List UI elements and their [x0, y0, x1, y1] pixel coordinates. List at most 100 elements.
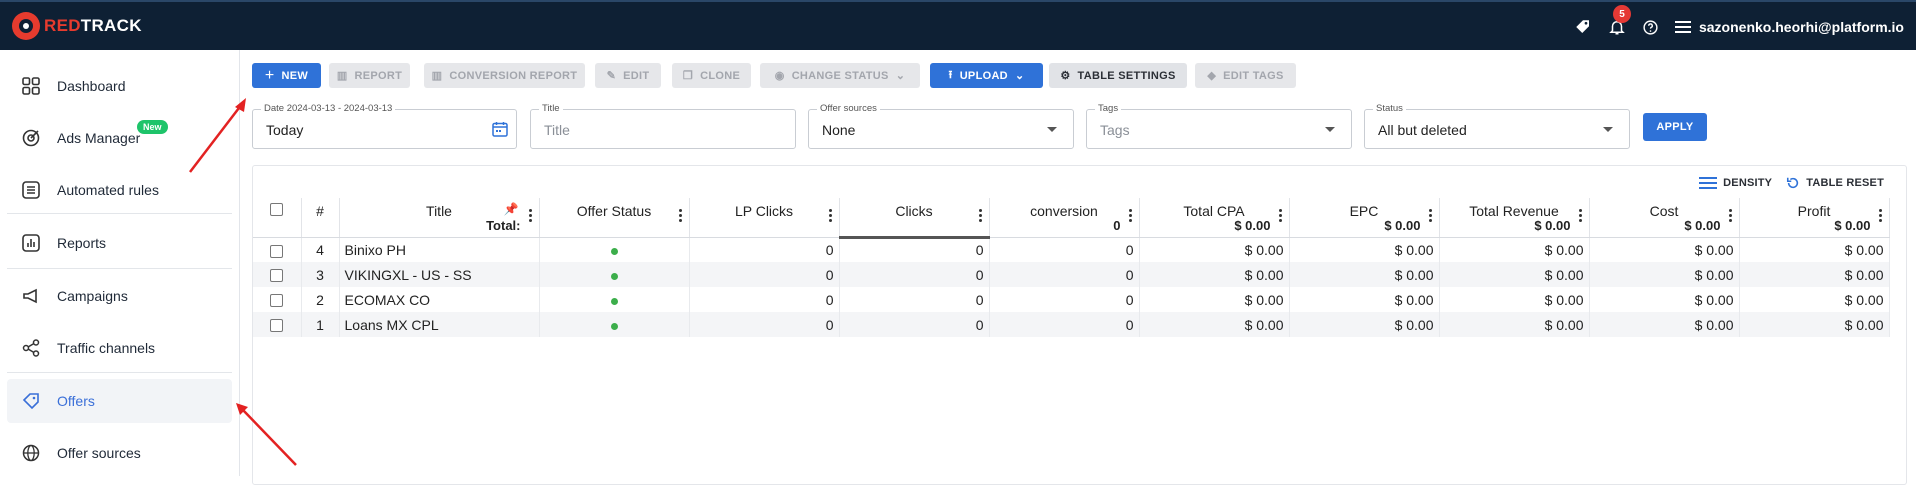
table-settings-button[interactable]: ⚙ TABLE SETTINGS [1049, 63, 1187, 88]
sidebar-item-automated-rules[interactable]: Automated rules [7, 168, 232, 212]
redtrack-logo[interactable]: RED TRACK [12, 11, 142, 41]
megaphone-icon [21, 286, 41, 306]
column-menu-icon[interactable] [1728, 209, 1733, 224]
logo-text-red: RED [44, 16, 81, 35]
status-value: All but deleted [1378, 122, 1467, 138]
sidebar-item-ads-manager[interactable]: Ads Manager New [7, 116, 232, 160]
status-select[interactable]: Status All but deleted [1364, 103, 1630, 149]
column-header-number[interactable]: # [301, 198, 340, 238]
cell-clicks: 0 [839, 262, 990, 287]
dropdown-arrow-icon [1603, 127, 1613, 132]
table-row[interactable]: 2 ECOMAX CO 0 0 0 $ 0.00 $ 0.00 $ 0.00 $… [253, 287, 1890, 312]
column-menu-icon[interactable] [1428, 209, 1433, 224]
change-status-button[interactable]: ◉ CHANGE STATUS ⌄ [760, 63, 920, 88]
title-filter-input[interactable]: Title Title [530, 103, 796, 149]
pin-icon[interactable]: 📌 [504, 202, 519, 216]
sidebar-item-offer-sources[interactable]: Offer sources [7, 431, 232, 475]
cell-conversion: 0 [989, 312, 1140, 337]
column-menu-icon[interactable] [528, 209, 533, 224]
dropdown-arrow-icon [1047, 127, 1057, 132]
sidebar-item-offers[interactable]: Offers [7, 379, 232, 423]
sidebar-item-traffic-channels[interactable]: Traffic channels [7, 326, 232, 370]
column-header-conversion[interactable]: conversion 0 [989, 198, 1140, 238]
column-header-cost[interactable]: Cost $ 0.00 [1589, 198, 1740, 238]
density-button[interactable]: DENSITY [1699, 176, 1772, 190]
new-button[interactable]: + NEW [252, 63, 321, 88]
chevron-down-icon: ⌄ [895, 70, 906, 82]
cell-cost: $ 0.00 [1589, 287, 1740, 312]
upload-button[interactable]: ⭱ UPLOAD ⌄ [930, 63, 1043, 88]
sidebar-item-label: Ads Manager [57, 130, 141, 146]
sidebar-item-label: Offer sources [57, 445, 141, 461]
column-header-offer-status[interactable]: Offer Status [539, 198, 690, 238]
cell-lp-clicks: 0 [689, 262, 840, 287]
row-checkbox[interactable] [270, 244, 284, 258]
list-icon [21, 180, 41, 200]
date-range-field[interactable]: Date 2024-03-13 - 2024-03-13 Today [252, 103, 517, 149]
logo-mark-icon [12, 12, 40, 40]
offers-table: # Title 📌 Total: Offer Status LP Clicks … [253, 198, 1890, 337]
sidebar-item-dashboard[interactable]: Dashboard [7, 64, 232, 108]
table-reset-button[interactable]: TABLE RESET [1786, 176, 1884, 190]
sidebar-item-label: Offers [57, 393, 95, 409]
row-checkbox[interactable] [270, 319, 284, 333]
cell-total-revenue: $ 0.00 [1439, 287, 1590, 312]
table-row[interactable]: 1 Loans MX CPL 0 0 0 $ 0.00 $ 0.00 $ 0.0… [253, 312, 1890, 337]
help-icon[interactable] [1641, 17, 1661, 37]
cell-title[interactable]: ECOMAX CO [339, 287, 540, 312]
target-icon [21, 128, 41, 148]
clone-button[interactable]: ❐ CLONE [672, 63, 751, 88]
cell-profit: $ 0.00 [1739, 262, 1890, 287]
sidebar-item-campaigns[interactable]: Campaigns [7, 274, 232, 318]
column-header-lp-clicks[interactable]: LP Clicks [689, 198, 840, 238]
cell-total-revenue: $ 0.00 [1439, 312, 1590, 337]
column-menu-icon[interactable] [1578, 209, 1583, 224]
sidebar-item-reports[interactable]: Reports [7, 221, 232, 265]
column-header-total-cpa[interactable]: Total CPA $ 0.00 [1139, 198, 1290, 238]
column-menu-icon[interactable] [828, 209, 833, 224]
edit-tags-button[interactable]: ◆ EDIT TAGS [1195, 63, 1296, 88]
tags-select[interactable]: Tags Tags [1086, 103, 1352, 149]
cell-title[interactable]: Binixo PH [339, 237, 540, 262]
tag-icon[interactable] [1573, 17, 1593, 37]
user-menu[interactable]: sazonenko.heorhi@platform.io [1674, 19, 1904, 35]
column-header-profit[interactable]: Profit $ 0.00 [1739, 198, 1890, 238]
table-row[interactable]: 4 Binixo PH 0 0 0 $ 0.00 $ 0.00 $ 0.00 $… [253, 237, 1890, 262]
select-all-checkbox[interactable] [270, 203, 284, 217]
cell-conversion: 0 [989, 237, 1140, 262]
upload-icon: ⭱ [948, 69, 953, 81]
conversion-report-button[interactable]: ▥ CONVERSION REPORT [424, 63, 585, 88]
cell-title[interactable]: VIKINGXL - US - SS [339, 262, 540, 287]
cell-lp-clicks: 0 [689, 237, 840, 262]
column-header-clicks[interactable]: Clicks [839, 198, 990, 239]
cell-cost: $ 0.00 [1589, 262, 1740, 287]
apply-button[interactable]: APPLY [1643, 113, 1707, 141]
column-header-epc[interactable]: EPC $ 0.00 [1289, 198, 1440, 238]
report-button[interactable]: ▥ REPORT [329, 63, 410, 88]
column-menu-icon[interactable] [1278, 209, 1283, 224]
cell-total-cpa: $ 0.00 [1139, 237, 1290, 262]
calendar-icon[interactable] [492, 121, 508, 142]
edit-button[interactable]: ✎ EDIT [595, 63, 661, 88]
row-checkbox[interactable] [270, 294, 284, 308]
settings-icon: ⚙ [1060, 70, 1071, 82]
row-checkbox[interactable] [270, 269, 284, 283]
row-select-cell [253, 287, 302, 312]
column-header-title[interactable]: Title 📌 Total: [339, 198, 540, 238]
column-menu-icon[interactable] [1878, 209, 1883, 224]
column-menu-icon[interactable] [678, 209, 683, 224]
column-header-total-revenue[interactable]: Total Revenue $ 0.00 [1439, 198, 1590, 238]
offers-table-card: DENSITY TABLE RESET # Title 📌 Total: Off… [252, 165, 1907, 485]
grid-icon [21, 76, 41, 96]
column-menu-icon[interactable] [1128, 209, 1133, 224]
column-menu-icon[interactable] [978, 209, 983, 224]
table-row[interactable]: 3 VIKINGXL - US - SS 0 0 0 $ 0.00 $ 0.00… [253, 262, 1890, 287]
cell-offer-status [539, 237, 690, 262]
chart-icon: ▥ [431, 70, 443, 82]
tags-label: Tags [1095, 103, 1122, 114]
sidebar-item-label: Automated rules [57, 182, 159, 198]
cell-offer-status [539, 262, 690, 287]
offer-sources-select[interactable]: Offer sources None [808, 103, 1074, 149]
cell-title[interactable]: Loans MX CPL [339, 312, 540, 337]
notifications-bell-icon[interactable]: 5 [1607, 5, 1631, 37]
